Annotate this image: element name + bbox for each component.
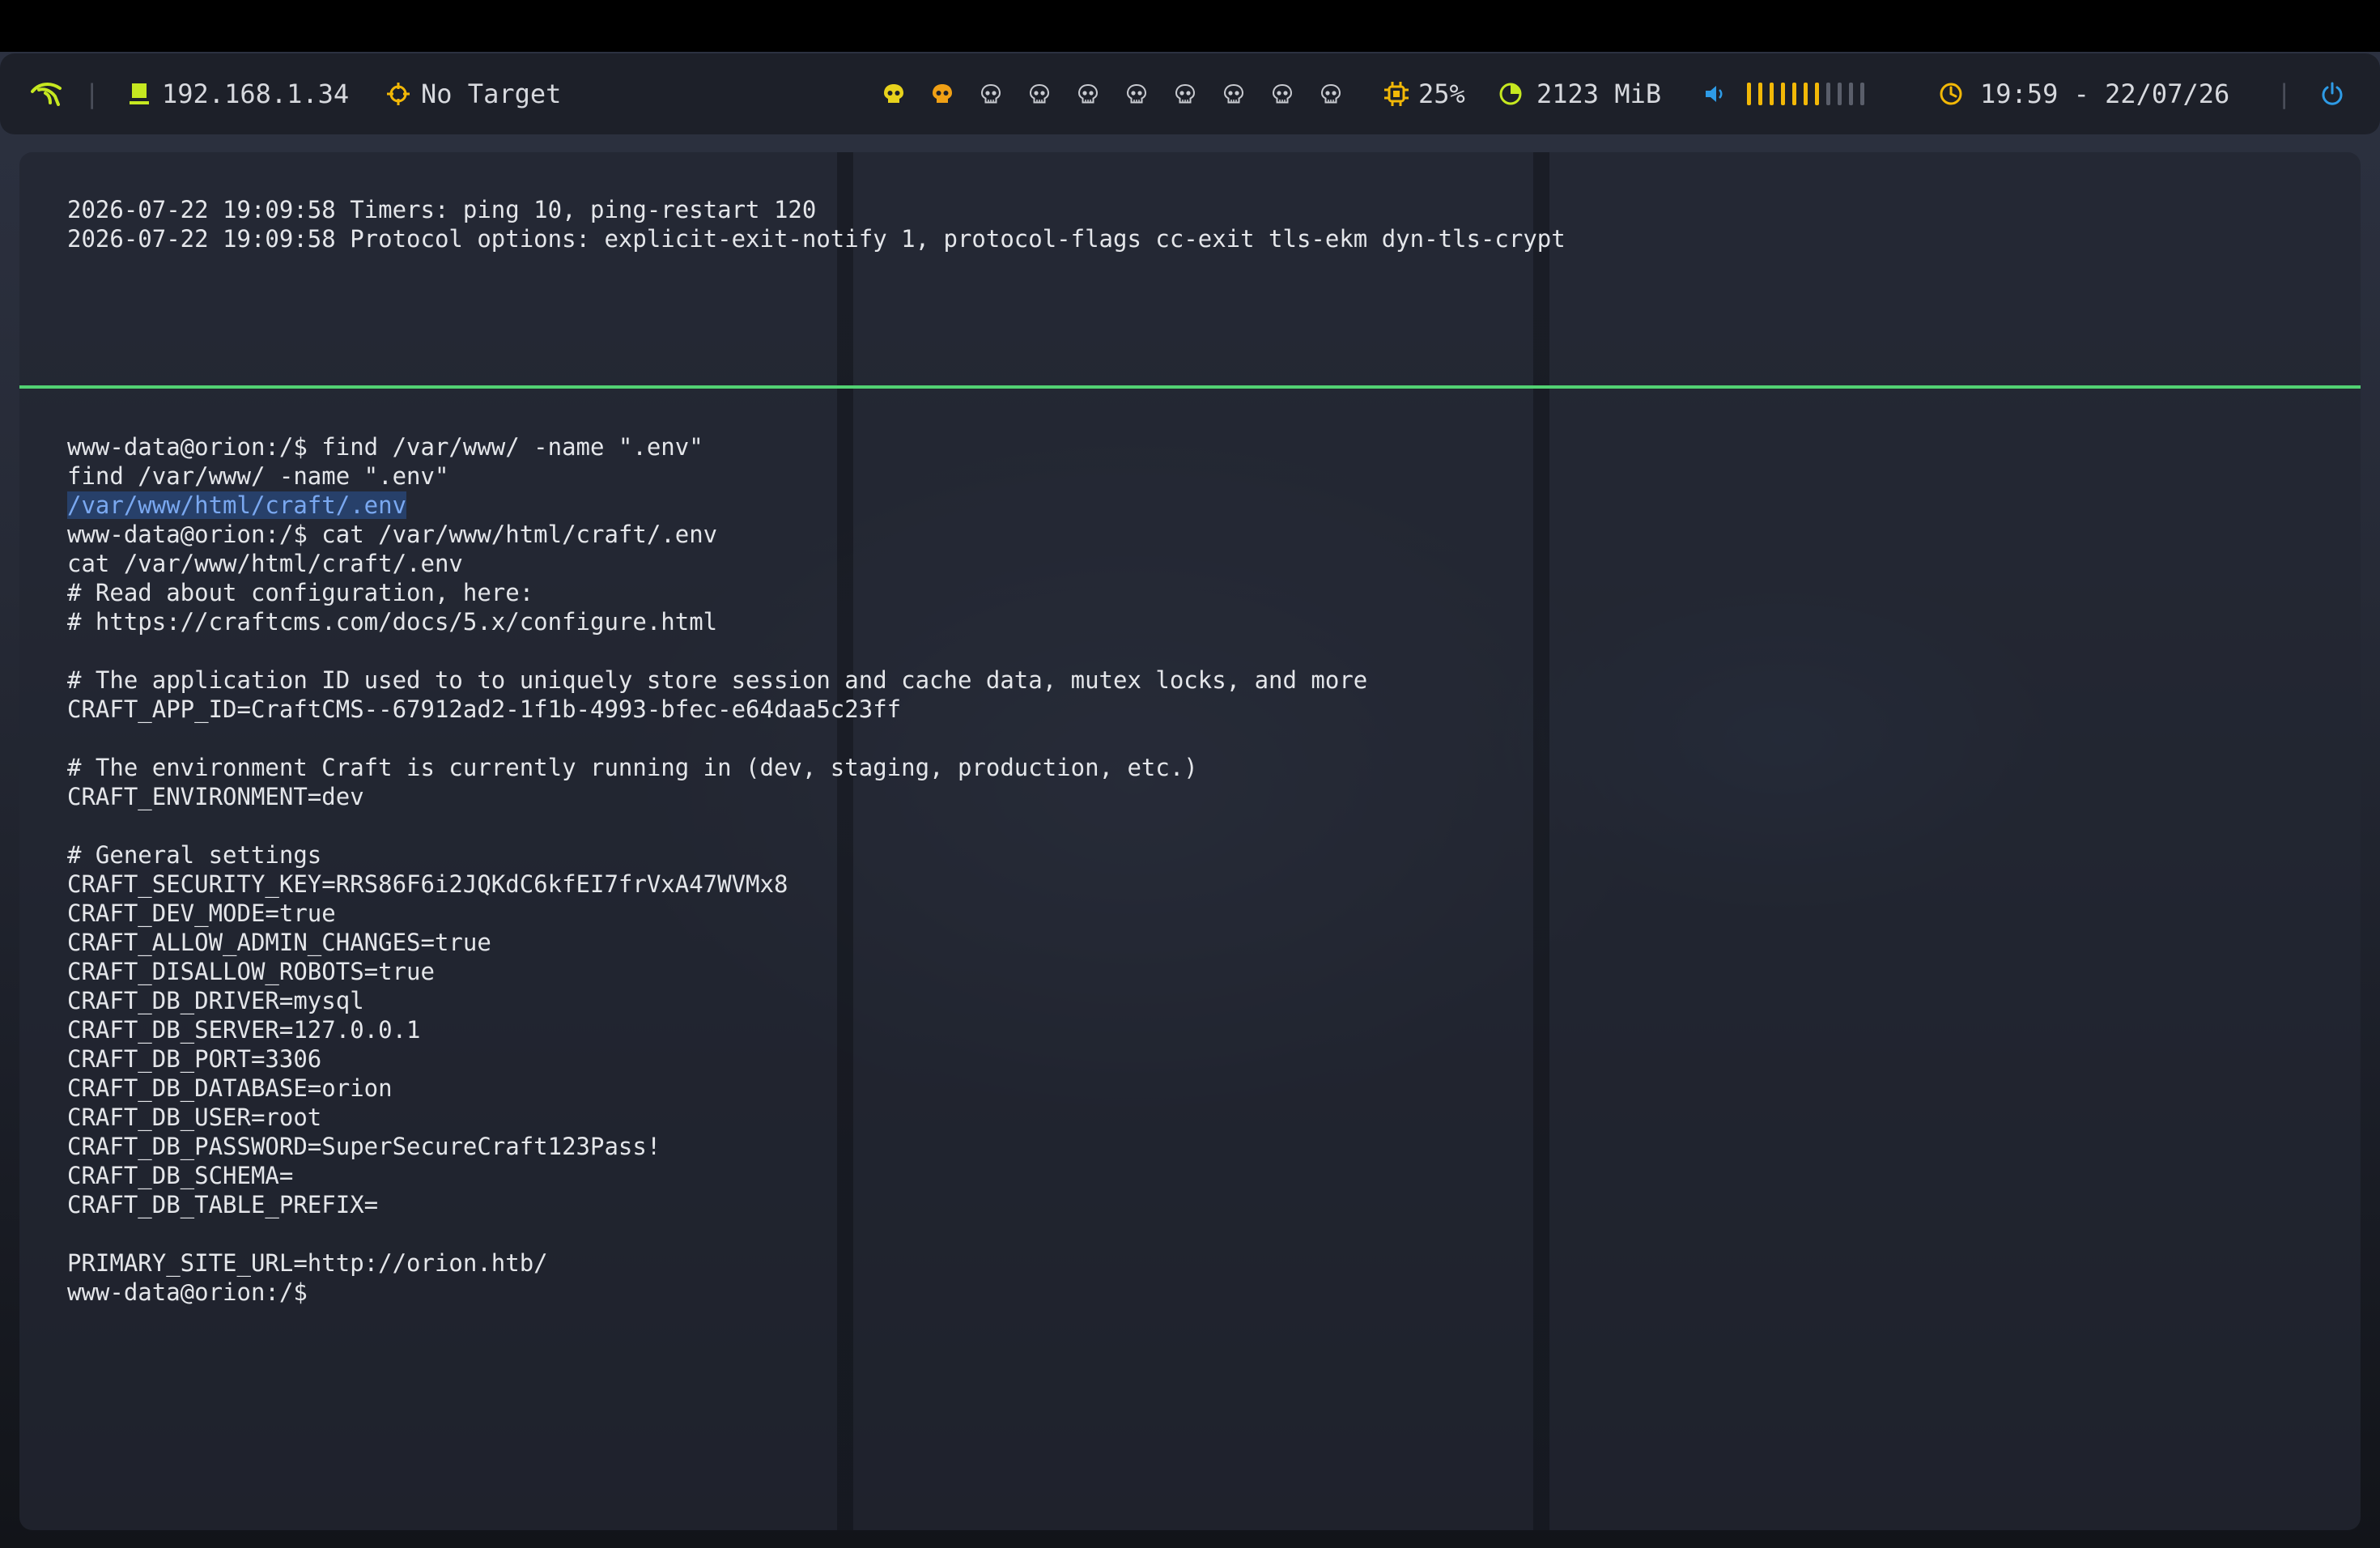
terminal-line: # General settings — [67, 841, 322, 869]
volume-bar — [1758, 83, 1762, 105]
cpu-module: 25% — [1383, 53, 1465, 134]
terminal-window[interactable]: 2026-07-22 19:09:58 Timers: ping 10, pin… — [19, 152, 2361, 1530]
terminal-line: /var/www/html/craft/.env — [67, 491, 1367, 520]
target-module[interactable]: No Target — [387, 53, 561, 134]
crosshair-icon — [387, 83, 410, 105]
skull-icon[interactable] — [1028, 83, 1051, 105]
volume-bar — [1838, 83, 1842, 105]
workspace-switcher — [882, 53, 1368, 134]
volume-bar — [1804, 83, 1808, 105]
ip-address: 192.168.1.34 — [162, 79, 350, 109]
selected-text: /var/www/html/craft/.env — [67, 491, 407, 519]
power-button[interactable] — [2320, 53, 2344, 134]
terminal-line: www-data@orion:/$ cat /var/www/html/craf… — [67, 521, 718, 548]
volume-bar — [1781, 83, 1785, 105]
terminal-output-top: 2026-07-22 19:09:58 Timers: ping 10, pin… — [67, 195, 1566, 253]
monitor-icon — [130, 83, 149, 104]
skull-icon[interactable] — [1222, 83, 1245, 105]
volume-bar — [1792, 83, 1796, 105]
clock-icon — [1940, 83, 1962, 105]
volume-bar — [1815, 83, 1819, 105]
terminal-line: www-data@orion:/$ find /var/www/ -name "… — [67, 433, 703, 461]
skull-icon[interactable] — [1271, 83, 1294, 105]
separator: | — [84, 79, 100, 109]
cpu-usage: 25% — [1418, 79, 1465, 109]
terminal-line: # The environment Craft is currently run… — [67, 754, 1198, 781]
terminal-line: CRAFT_DEV_MODE=true — [67, 899, 336, 927]
kali-dragon-icon — [31, 83, 62, 106]
launcher-button[interactable] — [31, 53, 63, 134]
terminal-line: CRAFT_DB_SCHEMA= — [67, 1162, 294, 1189]
terminal-line: www-data@orion:/$ — [67, 1278, 322, 1306]
terminal-line: CRAFT_DB_TABLE_PREFIX= — [67, 1191, 379, 1218]
terminal-line: CRAFT_DB_PORT=3306 — [67, 1045, 322, 1073]
target-label: No Target — [421, 79, 562, 109]
terminal-line: CRAFT_ENVIRONMENT=dev — [67, 783, 364, 810]
terminal-line: CRAFT_ALLOW_ADMIN_CHANGES=true — [67, 929, 491, 956]
speaker-icon — [1706, 86, 1723, 102]
terminal-line: CRAFT_DISALLOW_ROBOTS=true — [67, 958, 435, 985]
status-bar: | 192.168.1.34 No Target 25% 2123 MiB 19… — [0, 53, 2380, 134]
clock-time: 19:59 - 22/07/26 — [1980, 79, 2230, 109]
volume-bar — [1849, 83, 1853, 105]
desktop: | 192.168.1.34 No Target 25% 2123 MiB 19… — [0, 0, 2380, 1548]
terminal-line: CRAFT_DB_PASSWORD=SuperSecureCraft123Pas… — [67, 1133, 661, 1160]
memory-module: 2123 MiB — [1498, 53, 1661, 134]
terminal-line: # https://craftcms.com/docs/5.x/configur… — [67, 608, 718, 636]
terminal-line: CRAFT_DB_USER=root — [67, 1104, 322, 1131]
volume-level-bars[interactable] — [1747, 83, 1864, 105]
volume-bar — [1826, 83, 1830, 105]
skull-icon[interactable] — [882, 83, 905, 105]
memory-pie-icon — [1499, 83, 1522, 105]
separator: | — [2276, 79, 2293, 109]
terminal-line: 2026-07-22 19:09:58 Protocol options: ex… — [67, 225, 1566, 253]
terminal-line: find /var/www/ -name ".env" — [67, 462, 449, 490]
terminal-line: # Read about configuration, here: — [67, 579, 534, 606]
skull-icon[interactable] — [931, 83, 954, 105]
skull-icon[interactable] — [1125, 83, 1148, 105]
terminal-line: CRAFT_SECURITY_KEY=RRS86F6i2JQKdC6kfEI7f… — [67, 870, 788, 898]
terminal-line: CRAFT_DB_DRIVER=mysql — [67, 987, 364, 1014]
power-icon — [2322, 82, 2343, 105]
volume-bar — [1860, 83, 1864, 105]
terminal-line: 2026-07-22 19:09:58 Timers: ping 10, pin… — [67, 196, 817, 223]
volume-bar — [1747, 83, 1751, 105]
ip-module: 192.168.1.34 — [128, 53, 349, 134]
clock-module: 19:59 - 22/07/26 — [1938, 53, 2229, 134]
terminal-line: CRAFT_APP_ID=CraftCMS--67912ad2-1f1b-499… — [67, 695, 902, 723]
volume-module[interactable] — [1703, 53, 1864, 134]
memory-usage: 2123 MiB — [1536, 79, 1662, 109]
terminal-line: PRIMARY_SITE_URL=http://orion.htb/ — [67, 1249, 548, 1277]
pane-divider[interactable] — [19, 385, 2361, 389]
skull-icon[interactable] — [980, 83, 1002, 105]
terminal-line: # The application ID used to to uniquely… — [67, 666, 1368, 694]
terminal-pane-top[interactable]: 2026-07-22 19:09:58 Timers: ping 10, pin… — [19, 152, 2361, 385]
skull-icon[interactable] — [1174, 83, 1196, 105]
volume-bar — [1770, 83, 1774, 105]
terminal-line: cat /var/www/html/craft/.env — [67, 550, 463, 577]
cpu-icon — [1384, 82, 1409, 106]
terminal-output-bottom: www-data@orion:/$ find /var/www/ -name "… — [67, 432, 1367, 1307]
terminal-line: CRAFT_DB_SERVER=127.0.0.1 — [67, 1016, 421, 1044]
skull-icon[interactable] — [1320, 83, 1342, 105]
terminal-line: CRAFT_DB_DATABASE=orion — [67, 1074, 393, 1102]
skull-icon[interactable] — [1077, 83, 1099, 105]
